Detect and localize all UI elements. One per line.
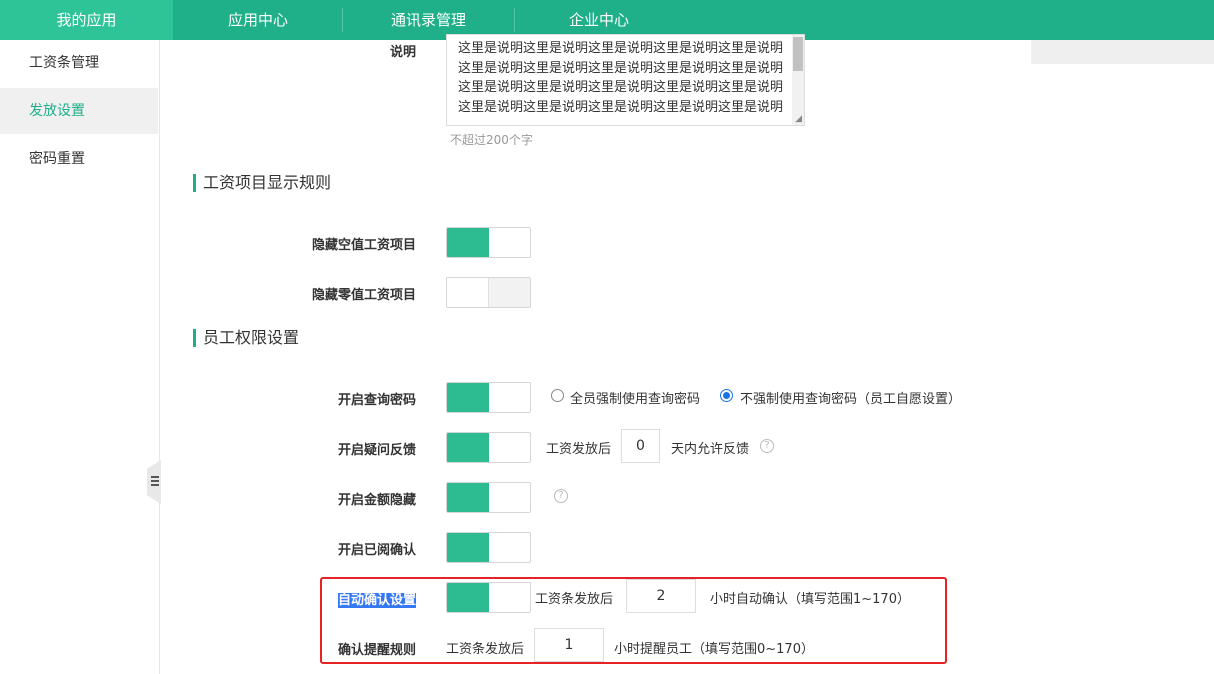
feedback-suffix: 天内允许反馈 <box>671 442 750 457</box>
auto-confirm-label-text: 自动确认设置 <box>337 593 416 608</box>
description-text: 这里是说明这里是说明这里是说明这里是说明这里是说明这里是说明这里是说明这里是说明… <box>458 41 784 115</box>
description-hint: 不超过200个字 <box>450 133 533 147</box>
read-confirm-label: 开启已阅确认 <box>337 543 416 558</box>
radio-force-password-label: 全员强制使用查询密码 <box>570 392 701 407</box>
menu-icon <box>151 476 159 487</box>
sidebar-item-password-reset[interactable]: 密码重置 <box>0 136 158 182</box>
amount-hide-label: 开启金额隐藏 <box>337 493 416 508</box>
hide-empty-label: 隐藏空值工资项目 <box>311 238 416 253</box>
auto-confirm-hours-input[interactable]: 2 <box>626 579 696 613</box>
auto-confirm-toggle[interactable] <box>446 582 531 613</box>
reminder-label: 确认提醒规则 <box>337 643 416 658</box>
query-password-label: 开启查询密码 <box>337 393 416 408</box>
hide-zero-toggle[interactable] <box>446 277 531 308</box>
section-title-display-rules: 工资项目显示规则 <box>193 174 331 192</box>
description-textarea[interactable]: 这里是说明这里是说明这里是说明这里是说明这里是说明这里是说明这里是说明这里是说明… <box>446 34 805 126</box>
radio-optional-password[interactable] <box>720 389 733 402</box>
help-icon[interactable]: ? <box>760 439 774 453</box>
sidebar-item-payslip-management[interactable]: 工资条管理 <box>0 40 158 86</box>
section-title-permissions: 员工权限设置 <box>193 329 299 347</box>
auto-confirm-prefix: 工资条发放后 <box>535 592 614 607</box>
auto-confirm-suffix: 小时自动确认（填写范围1~170） <box>710 592 910 607</box>
right-panel-strip <box>1031 40 1214 64</box>
resize-handle-icon[interactable]: ◢ <box>795 114 802 124</box>
hide-empty-toggle[interactable] <box>446 227 531 258</box>
feedback-prefix: 工资发放后 <box>546 442 612 457</box>
read-confirm-toggle[interactable] <box>446 532 531 563</box>
reminder-hours-input[interactable]: 1 <box>534 628 604 662</box>
amount-hide-toggle[interactable] <box>446 482 531 513</box>
sidebar-item-distribution-settings[interactable]: 发放设置 <box>0 88 158 134</box>
feedback-label: 开启疑问反馈 <box>337 443 416 458</box>
hide-zero-label: 隐藏零值工资项目 <box>311 288 416 303</box>
reminder-suffix: 小时提醒员工（填写范围0~170） <box>614 642 814 657</box>
feedback-days-input[interactable]: 0 <box>621 429 660 463</box>
help-icon[interactable]: ? <box>554 489 568 503</box>
feedback-toggle[interactable] <box>446 432 531 463</box>
query-password-toggle[interactable] <box>446 382 531 413</box>
radio-force-password[interactable] <box>551 389 564 402</box>
description-label: 说明 <box>389 45 416 60</box>
sidebar: 工资条管理 发放设置 密码重置 <box>0 40 160 674</box>
tab-app-center[interactable]: 应用中心 <box>173 0 343 40</box>
reminder-prefix: 工资条发放后 <box>446 642 525 657</box>
auto-confirm-label: 自动确认设置 <box>260 589 416 608</box>
radio-optional-password-label: 不强制使用查询密码（员工自愿设置） <box>740 392 962 407</box>
tab-my-apps[interactable]: 我的应用 <box>0 0 173 40</box>
textarea-scrollbar[interactable] <box>792 35 804 125</box>
